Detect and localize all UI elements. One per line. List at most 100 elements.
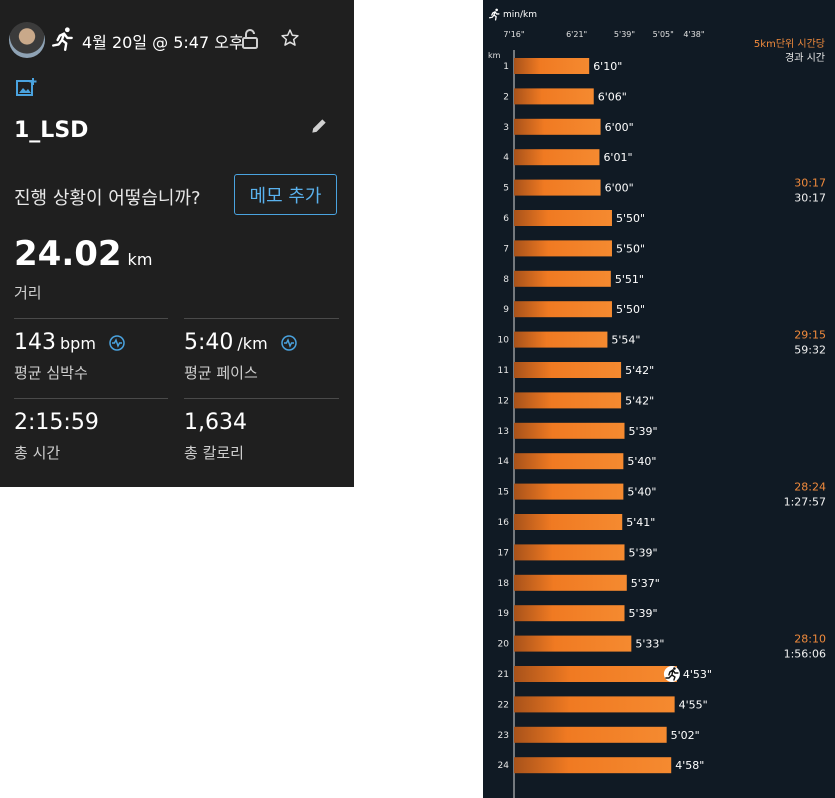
segment-elapsed-time: 59:32 bbox=[794, 344, 826, 357]
calories-value: 1,634 bbox=[184, 410, 247, 435]
chart-icon[interactable] bbox=[109, 335, 125, 351]
split-bar[interactable] bbox=[514, 422, 625, 439]
km-label: 24 bbox=[498, 761, 510, 771]
unlock-icon[interactable] bbox=[241, 29, 259, 49]
pencil-icon[interactable] bbox=[309, 116, 329, 136]
add-memo-button[interactable]: 메모 추가 bbox=[234, 174, 337, 215]
split-value-label: 5'37" bbox=[631, 577, 660, 590]
split-bar[interactable] bbox=[514, 118, 601, 135]
split-value-label: 5'51" bbox=[615, 273, 644, 286]
segment-elapsed-time: 1:56:06 bbox=[784, 648, 826, 661]
split-value-label: 5'50" bbox=[616, 242, 645, 255]
split-value-label: 6'10" bbox=[593, 60, 622, 73]
split-value-label: 5'42" bbox=[625, 394, 654, 407]
split-value-label: 5'40" bbox=[627, 486, 656, 499]
divider bbox=[14, 398, 168, 399]
split-bar[interactable] bbox=[514, 514, 623, 530]
km-label: 16 bbox=[498, 518, 510, 528]
divider bbox=[184, 398, 339, 399]
split-bars: 1 6'10" 2 6'06" 3 6'00" 4 6'01" 5 6'00" 6 5'50" 7 5'5… bbox=[498, 50, 826, 798]
segment-split-time: 28:24 bbox=[794, 481, 826, 494]
total-time-label: 총 시간 bbox=[14, 444, 61, 462]
km-label: 20 bbox=[498, 640, 510, 650]
split-bar[interactable] bbox=[514, 331, 608, 348]
split-pace-chart: min/km 7'16" 6'21" 5'39" 5'05" 4'38" km 5km단… bbox=[483, 0, 835, 798]
split-bar[interactable] bbox=[514, 88, 594, 105]
running-icon-head bbox=[673, 667, 676, 670]
feedback-question: 진행 상황이 어떻습니까? bbox=[14, 188, 201, 209]
split-bar[interactable] bbox=[514, 574, 627, 591]
km-label: 4 bbox=[503, 153, 509, 163]
segment-split-time: 29:15 bbox=[794, 329, 826, 342]
split-bar[interactable] bbox=[514, 544, 625, 561]
split-value-label: 6'00" bbox=[605, 182, 634, 195]
split-bar[interactable] bbox=[514, 240, 612, 257]
km-label: 9 bbox=[503, 305, 509, 315]
heart-rate-value: 143 bpm bbox=[14, 330, 125, 355]
km-label: 3 bbox=[503, 123, 509, 133]
activity-date: 4월 20일 @ 5:47 오후 bbox=[82, 33, 244, 52]
segment-split-time: 30:17 bbox=[794, 177, 826, 190]
segment-elapsed-time: 1:27:57 bbox=[784, 496, 826, 509]
km-label: 14 bbox=[498, 457, 510, 467]
split-bar[interactable] bbox=[514, 483, 624, 500]
split-value-label: 4'55" bbox=[679, 698, 708, 711]
distance-label: 거리 bbox=[14, 284, 42, 302]
split-bar[interactable] bbox=[514, 58, 590, 74]
running-icon bbox=[52, 27, 73, 52]
calories-label: 총 칼로리 bbox=[184, 444, 244, 462]
split-value-label: 5'40" bbox=[627, 455, 656, 468]
distance-value: 24.02 km bbox=[14, 234, 153, 274]
km-label: 19 bbox=[498, 609, 510, 619]
split-bar[interactable] bbox=[514, 666, 677, 682]
avatar[interactable] bbox=[9, 22, 45, 58]
km-label: 17 bbox=[498, 548, 509, 558]
split-bar[interactable] bbox=[514, 726, 667, 743]
star-icon[interactable] bbox=[280, 28, 300, 48]
km-label: 13 bbox=[498, 427, 509, 437]
split-bar[interactable] bbox=[514, 270, 611, 287]
pace-value: 5:40/km bbox=[184, 330, 297, 355]
split-bar[interactable] bbox=[514, 696, 675, 713]
km-label: 7 bbox=[503, 244, 509, 254]
split-value-label: 4'58" bbox=[675, 759, 704, 772]
heart-rate-label: 평균 심박수 bbox=[14, 364, 88, 382]
km-label: 12 bbox=[498, 396, 509, 406]
km-label: 2 bbox=[503, 92, 509, 102]
split-bar[interactable] bbox=[514, 149, 600, 166]
split-bar[interactable] bbox=[514, 605, 625, 622]
split-bar[interactable] bbox=[514, 210, 612, 226]
split-value-label: 5'54" bbox=[611, 334, 640, 347]
split-value-label: 5'39" bbox=[629, 546, 658, 559]
split-value-label: 6'06" bbox=[598, 90, 627, 103]
split-value-label: 5'50" bbox=[616, 212, 645, 225]
km-label: 11 bbox=[498, 366, 509, 376]
km-label: 23 bbox=[498, 731, 509, 741]
chart-icon[interactable] bbox=[280, 335, 297, 351]
split-value-label: 5'02" bbox=[671, 729, 700, 742]
km-label: 1 bbox=[503, 62, 509, 72]
divider bbox=[14, 318, 168, 319]
split-bar[interactable] bbox=[514, 179, 601, 196]
split-value-label: 5'39" bbox=[629, 425, 658, 438]
split-bar[interactable] bbox=[514, 757, 672, 774]
split-value-label: 5'33" bbox=[635, 638, 664, 651]
split-bar[interactable] bbox=[514, 392, 622, 409]
split-value-label: 5'42" bbox=[625, 364, 654, 377]
km-label: 10 bbox=[498, 336, 510, 346]
split-value-label: 5'41" bbox=[626, 516, 655, 529]
add-photo-icon[interactable] bbox=[16, 77, 38, 97]
split-value-label: 5'50" bbox=[616, 303, 645, 316]
split-bar[interactable] bbox=[514, 453, 624, 470]
split-bar[interactable] bbox=[514, 301, 612, 318]
split-value-label: 6'00" bbox=[605, 121, 634, 134]
split-value-label: 6'01" bbox=[603, 151, 632, 164]
km-label: 8 bbox=[503, 275, 509, 285]
km-label: 6 bbox=[503, 214, 509, 224]
activity-title[interactable]: 1_LSD bbox=[14, 118, 88, 143]
split-bar[interactable] bbox=[514, 635, 632, 652]
divider bbox=[184, 318, 339, 319]
split-bar[interactable] bbox=[514, 362, 622, 378]
pace-label: 평균 페이스 bbox=[184, 364, 258, 382]
segment-elapsed-time: 30:17 bbox=[794, 192, 826, 205]
